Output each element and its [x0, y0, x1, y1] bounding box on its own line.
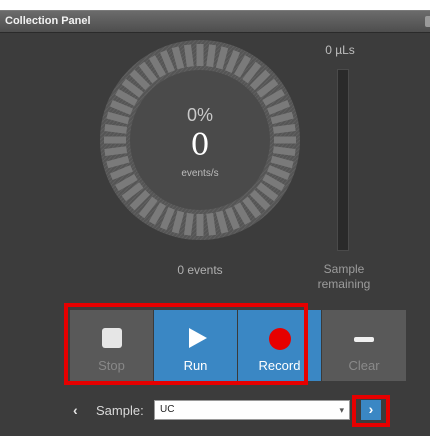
record-button[interactable]: Record — [238, 310, 322, 381]
acquisition-controls: Stop Run Record Clear — [70, 310, 406, 381]
sample-volume-bar — [337, 69, 349, 251]
gauge-tick — [183, 44, 194, 68]
gauge-rate-unit: events/s — [181, 168, 219, 179]
previous-sample-button[interactable]: ‹ — [73, 402, 85, 418]
collection-panel: Collection Panel 0% 0 events/s 0 µLs Sam… — [0, 0, 430, 436]
record-icon — [268, 328, 291, 350]
sample-caption: Sample: — [96, 403, 144, 418]
sample-selector-row: ‹ Sample: UC ▾ › — [0, 398, 430, 428]
gauge-tick — [104, 123, 128, 134]
sample-remaining-label: Sample remaining — [317, 262, 371, 291]
gauge-tick — [206, 212, 217, 236]
gauge-tick — [104, 146, 128, 157]
stop-button[interactable]: Stop — [70, 310, 154, 381]
stop-icon — [101, 328, 122, 348]
gauge-percent: 0% — [186, 105, 213, 125]
play-icon — [188, 328, 207, 348]
run-label: Run — [183, 358, 208, 373]
sample-select-value: UC — [160, 404, 175, 415]
gauge-tick — [183, 212, 194, 236]
gauge-tick — [206, 44, 217, 68]
gauge-rate: 0 — [190, 128, 210, 163]
events-count: 0 events — [177, 263, 223, 277]
next-sample-button[interactable]: › — [361, 400, 381, 420]
gauge-tick — [272, 123, 296, 134]
record-label: Record — [258, 358, 301, 373]
sample-select[interactable]: UC ▾ — [154, 400, 350, 420]
chevron-down-icon: ▾ — [339, 405, 344, 415]
stop-label: Stop — [98, 358, 125, 373]
minus-icon — [354, 337, 374, 342]
gauge-tick — [272, 146, 296, 157]
clear-button[interactable]: Clear — [322, 310, 406, 381]
sample-volume-value: 0 µLs — [325, 43, 355, 57]
run-button[interactable]: Run — [154, 310, 238, 381]
clear-label: Clear — [348, 358, 380, 373]
